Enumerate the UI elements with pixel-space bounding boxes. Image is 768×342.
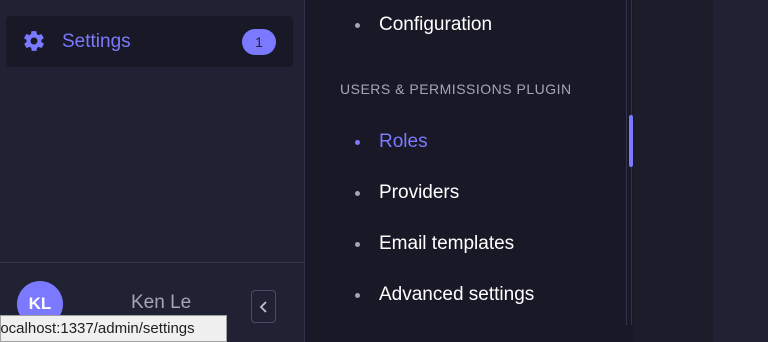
chevron-left-icon xyxy=(259,301,267,313)
subnav-link-label: Roles xyxy=(379,131,428,152)
bullet-icon xyxy=(355,241,360,247)
subnav-link-label: Providers xyxy=(379,182,460,203)
divider xyxy=(0,262,305,263)
bullet-icon xyxy=(355,292,360,298)
subnav-link-advanced-settings[interactable]: Advanced settings xyxy=(355,284,534,306)
notification-badge: 1 xyxy=(242,29,276,55)
content-panel xyxy=(713,0,768,342)
subnav-link-label: Configuration xyxy=(379,14,493,35)
subnav-link-label: Advanced settings xyxy=(379,284,535,305)
settings-subnav: Configuration USERS & PERMISSIONS PLUGIN… xyxy=(306,0,630,342)
section-title: USERS & PERMISSIONS PLUGIN xyxy=(340,81,572,97)
nav-item-label: Settings xyxy=(62,31,131,52)
gear-icon xyxy=(22,29,46,53)
user-name[interactable]: Ken Le xyxy=(131,292,191,314)
status-url-tooltip: localhost:1337/admin/settings xyxy=(0,315,227,342)
subnav-link-roles[interactable]: Roles xyxy=(355,131,428,153)
content-area xyxy=(634,0,713,342)
nav-item-settings[interactable]: Settings 1 xyxy=(6,16,293,67)
main-nav: Settings 1 KL Ken Le xyxy=(0,0,305,342)
bullet-icon xyxy=(355,22,360,28)
collapse-nav-button[interactable] xyxy=(251,290,276,323)
bullet-icon xyxy=(355,190,360,196)
bullet-icon xyxy=(355,139,360,145)
subnav-link-email-templates[interactable]: Email templates xyxy=(355,233,514,255)
subnav-link-configuration[interactable]: Configuration xyxy=(355,14,492,36)
status-url-text: localhost:1337/admin/settings xyxy=(0,320,195,337)
subnav-link-label: Email templates xyxy=(379,233,515,254)
scrollbar-thumb[interactable] xyxy=(629,115,633,167)
subnav-link-providers[interactable]: Providers xyxy=(355,182,459,204)
